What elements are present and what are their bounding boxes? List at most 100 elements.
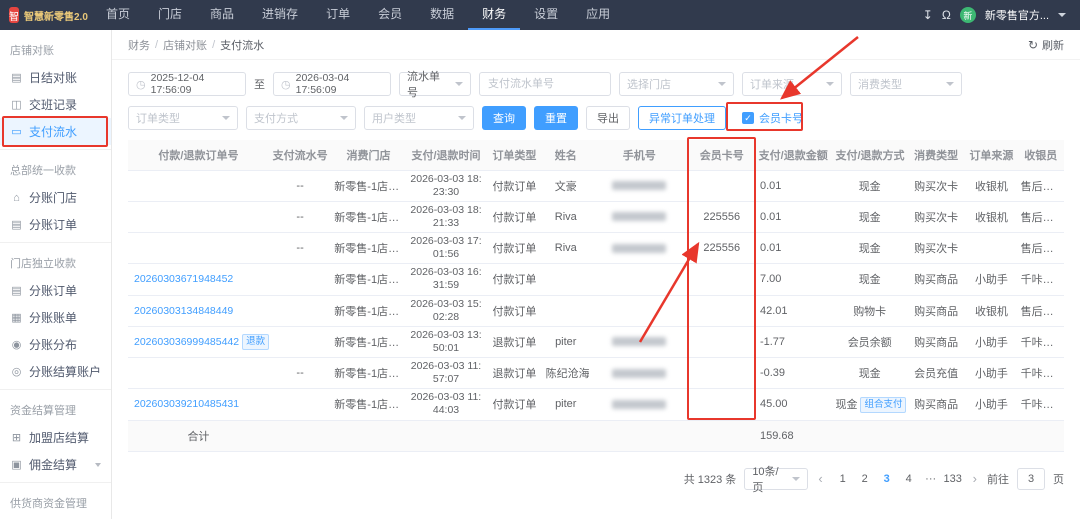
pay-method-select[interactable]: 支付方式: [246, 106, 356, 130]
cell-cashier: 售后小刘: [1017, 201, 1064, 234]
app-logo: 智 智慧新零售2.0: [0, 7, 92, 23]
bill-icon: ▦: [11, 312, 22, 324]
date-to-input[interactable]: ◷ 2026-03-04 17:56:09: [273, 72, 391, 96]
breadcrumb-finance[interactable]: 财务: [128, 37, 150, 53]
order-type-select[interactable]: 订单类型: [128, 106, 238, 130]
table-row: -- 新零售-1店（... 2026-03-03 18:23:30 付款订单 文豪 0.0…: [128, 170, 1064, 202]
abnormal-order-button[interactable]: 异常订单处理: [638, 106, 726, 130]
cell-cashier: 千咔零售店...: [1017, 388, 1064, 421]
logo-text: 智慧新零售2.0: [24, 11, 88, 23]
sidebar-item-3-0[interactable]: ⊞ 加盟店结算: [0, 424, 111, 451]
refresh-button[interactable]: ↻ 刷新: [1028, 37, 1064, 53]
cell-order-type: 付款订单: [486, 263, 543, 296]
pay-method-text: 现金: [858, 211, 881, 224]
cell-consume-type: 购买次卡: [906, 170, 966, 202]
store-select[interactable]: 选择门店: [619, 72, 734, 96]
reset-button[interactable]: 重置: [534, 106, 578, 130]
consume-type-select[interactable]: 消费类型: [850, 72, 962, 96]
column-header-8: 支付/退款金额: [753, 140, 833, 171]
order-link[interactable]: 20260303671948452: [134, 273, 233, 285]
page-number[interactable]: 1: [833, 468, 853, 490]
column-header-2: 消费门店: [331, 140, 406, 171]
nav-item-3[interactable]: 进销存: [248, 0, 312, 30]
order-link[interactable]: 20260303134848449: [134, 305, 233, 317]
cell-pay-method: 现金: [832, 170, 907, 202]
flow-number-type-select[interactable]: 流水单号: [399, 71, 471, 99]
pay-method-text: 现金: [858, 243, 881, 256]
cell-pay-method: 购物卡: [832, 295, 907, 327]
column-header-4: 订单类型: [486, 140, 543, 171]
headset-icon[interactable]: Ω: [942, 8, 951, 22]
date-from-input[interactable]: ◷ 2025-12-04 17:56:09: [128, 72, 246, 96]
sidebar-item-label: 支付流水: [29, 125, 78, 139]
sidebar-item-2-3[interactable]: ◎ 分账结算账户: [0, 358, 111, 385]
nav-right: ↧ Ω 新 新零售官方...: [923, 7, 1080, 23]
prev-page-icon[interactable]: ‹: [816, 471, 824, 486]
sidebar-item-2-2[interactable]: ◉ 分账分布: [0, 331, 111, 358]
download-icon[interactable]: ↧: [923, 8, 933, 22]
sidebar-item-3-1[interactable]: ▣ 佣金结算: [0, 451, 111, 478]
nav-item-9[interactable]: 应用: [572, 0, 624, 30]
cell-pay-method: 现金: [832, 201, 907, 234]
sidebar-item-2-0[interactable]: ▤ 分账订单: [0, 277, 111, 304]
page-size-select[interactable]: 10条/页: [744, 466, 809, 494]
order-source-select[interactable]: 订单来源: [742, 72, 842, 96]
page-number[interactable]: 2: [855, 468, 875, 490]
pay-method-text: 会员余额: [847, 336, 892, 349]
cell-amount: 45.00: [753, 388, 833, 421]
nav-item-1[interactable]: 门店: [144, 0, 196, 30]
nav-item-0[interactable]: 首页: [92, 0, 144, 30]
cell-order-number: [128, 201, 269, 234]
cell-flow-number: [268, 388, 332, 421]
cell-pay-method: 现金 组合支付: [832, 388, 907, 421]
cell-consume-type: 购买次卡: [906, 201, 966, 234]
sidebar-item-0-0[interactable]: ▤ 日结对账: [0, 64, 111, 91]
table-row: 202603036999485442 退款 新零售-1店（... 2026-03-03…: [128, 326, 1064, 359]
page-number[interactable]: 4: [899, 468, 919, 490]
sidebar-item-1-1[interactable]: ▤ 分账订单: [0, 211, 111, 238]
sidebar-item-0-2[interactable]: ▭ 支付流水: [0, 118, 111, 145]
order-link[interactable]: 202603036999485442: [134, 336, 239, 348]
nav-item-6[interactable]: 数据: [416, 0, 468, 30]
sidebar-item-0-1[interactable]: ◫ 交班记录: [0, 91, 111, 118]
nav-item-8[interactable]: 设置: [520, 0, 572, 30]
order-link[interactable]: 202603039210485431: [134, 398, 239, 410]
page-more-icon[interactable]: ···: [921, 468, 941, 490]
page-number[interactable]: 3: [877, 468, 897, 490]
breadcrumb-store-reconcile[interactable]: 店铺对账: [163, 37, 207, 53]
next-page-icon[interactable]: ›: [971, 471, 979, 486]
user-type-select[interactable]: 用户类型: [364, 106, 474, 130]
member-card-checkbox[interactable]: ✓ 会员卡号: [742, 110, 803, 126]
nav-item-7[interactable]: 财务: [468, 0, 521, 30]
column-header-0: 付款/退款订单号: [128, 140, 269, 171]
nav-item-2[interactable]: 商品: [196, 0, 248, 30]
user-name[interactable]: 新零售官方...: [985, 7, 1049, 23]
search-button[interactable]: 查询: [482, 106, 526, 130]
column-header-1: 支付流水号: [268, 140, 332, 171]
chevron-down-icon[interactable]: [1058, 13, 1066, 17]
cell-amount: -1.77: [753, 326, 833, 359]
phone-redacted: [612, 399, 667, 409]
cell-phone: [588, 170, 690, 202]
nav-item-4[interactable]: 订单: [312, 0, 364, 30]
flow-number-input[interactable]: [479, 72, 611, 96]
date-from-value: 2025-12-04 17:56:09: [150, 72, 205, 96]
pay-method-text: 现金: [858, 274, 881, 287]
nav-item-5[interactable]: 会员: [364, 0, 416, 30]
cell-name: [542, 263, 589, 296]
summary-cell: [588, 420, 690, 452]
sidebar-item-2-1[interactable]: ▦ 分账账单: [0, 304, 111, 331]
goto-page-input[interactable]: [1017, 467, 1045, 490]
table-header-row: 付款/退款订单号 支付流水号 消费门店 支付/退款时间 订单类型 姓名 手机号 会员卡号 支付/…: [128, 140, 1064, 171]
export-button[interactable]: 导出: [586, 106, 630, 130]
sidebar-item-label: 分账结算账户: [29, 365, 102, 379]
cell-time: 2026-03-03 15:02:28: [405, 295, 487, 327]
filter-panel: ◷ 2025-12-04 17:56:09 至 ◷ 2026-03-04 17:…: [112, 60, 1080, 130]
sidebar-group-title: 资金结算管理: [10, 405, 76, 417]
sidebar-item-1-0[interactable]: ⌂ 分账门店: [0, 184, 111, 211]
page-number[interactable]: 133: [943, 468, 963, 490]
cell-consume-type: 购买商品: [906, 263, 966, 296]
cell-pay-method: 现金: [832, 263, 907, 296]
filter-row-2: 订单类型 支付方式 用户类型 查询 重置 导出 异常订单处理 ✓ 会员卡号: [128, 106, 1064, 130]
member-card-checkbox-label: 会员卡号: [759, 113, 803, 125]
